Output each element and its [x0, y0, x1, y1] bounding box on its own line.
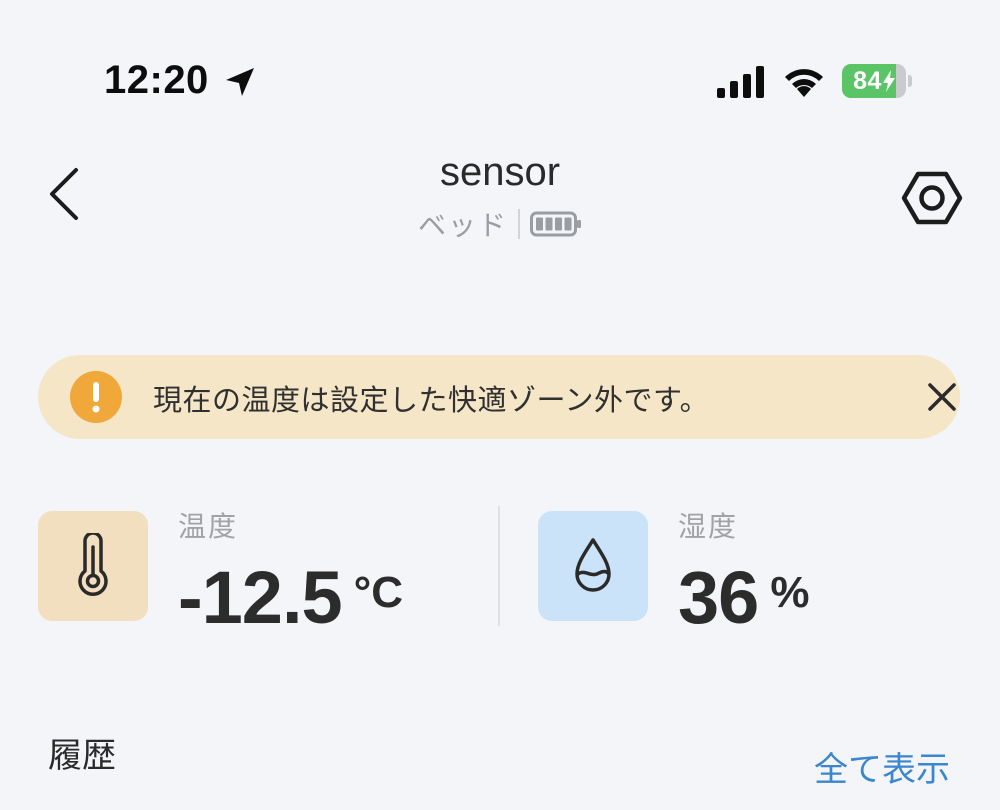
- back-chevron-icon: [50, 168, 78, 220]
- humidity-value: 36: [678, 556, 759, 639]
- warning-exclamation-icon: [70, 371, 122, 423]
- humidity-unit: %: [770, 568, 810, 617]
- battery-percent: 84: [842, 64, 906, 98]
- wifi-icon: [785, 69, 823, 97]
- settings-hexagon-icon: [901, 171, 963, 225]
- battery-indicator: 84: [842, 64, 912, 98]
- humidity-reading: 36 %: [678, 555, 809, 640]
- view-all-link[interactable]: 全て表示: [800, 742, 950, 791]
- humidity-metric: 湿度 36 %: [538, 505, 958, 639]
- temperature-metric: 温度 -12.5 °C: [38, 505, 478, 639]
- location-arrow-icon: [226, 68, 254, 96]
- temperature-value: -12.5: [178, 556, 343, 639]
- cellular-signal-icon: [717, 66, 764, 98]
- subtitle-divider: [518, 209, 520, 239]
- metrics-divider: [498, 506, 500, 626]
- temperature-tile: [38, 511, 148, 621]
- humidity-label: 湿度: [678, 510, 739, 543]
- device-battery-icon: [530, 211, 581, 237]
- thermometer-icon: [78, 533, 108, 596]
- temperature-unit: °C: [353, 568, 404, 617]
- water-drop-icon: [575, 538, 611, 592]
- history-title: 履歴: [48, 736, 116, 776]
- battery-cap: [908, 75, 912, 87]
- alert-close-button[interactable]: [924, 379, 960, 415]
- device-title: sensor: [439, 150, 561, 194]
- humidity-tile: [538, 511, 648, 621]
- back-button[interactable]: [36, 160, 92, 230]
- alert-message: 現在の温度は設定した快適ゾーン外です。: [153, 383, 710, 417]
- settings-button[interactable]: [900, 166, 964, 230]
- status-time: 12:20: [104, 58, 209, 102]
- temperature-reading: -12.5 °C: [178, 555, 403, 640]
- temperature-label: 温度: [178, 510, 239, 543]
- sensor-detail-screen: 12:20 84 sensor ベッド 現在の温度は設定した快適ゾーン外です。 …: [0, 0, 1000, 810]
- room-label: ベッド: [417, 209, 508, 242]
- charging-bolt-icon: [882, 70, 895, 92]
- status-bar: 12:20 84: [0, 0, 1000, 160]
- close-icon: [928, 383, 956, 411]
- device-subtitle: ベッド: [300, 204, 700, 244]
- comfort-zone-alert: 現在の温度は設定した快適ゾーン外です。: [38, 355, 960, 439]
